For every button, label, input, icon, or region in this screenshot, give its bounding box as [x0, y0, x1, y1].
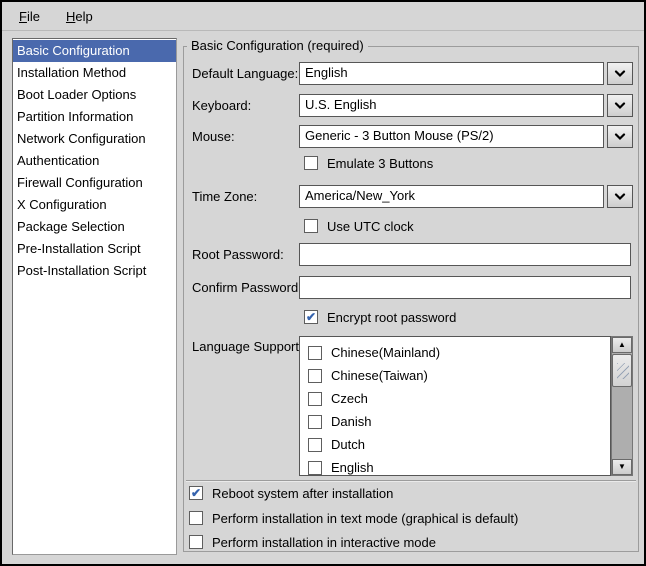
encrypt-root-password-label: Encrypt root password [327, 310, 456, 325]
checkbox-icon[interactable] [189, 511, 203, 525]
language-list-viewport: Chinese(Mainland) Chinese(Taiwan) Czech … [299, 336, 611, 476]
language-item-label: Danish [331, 414, 371, 429]
language-item-chinese-mainland[interactable]: Chinese(Mainland) [300, 341, 610, 364]
language-item-label: Chinese(Mainland) [331, 345, 440, 360]
text-mode-installation-label: Perform installation in text mode (graph… [212, 511, 518, 526]
sidebar-item-firewall-configuration[interactable]: Firewall Configuration [13, 172, 176, 194]
use-utc-clock-checkbox[interactable]: Use UTC clock [304, 218, 414, 234]
time-zone-label: Time Zone: [192, 189, 257, 204]
keyboard-select[interactable]: U.S. English [299, 94, 633, 117]
checkbox-icon[interactable] [308, 438, 322, 452]
chevron-down-icon [614, 102, 626, 110]
mouse-select[interactable]: Generic - 3 Button Mouse (PS/2) [299, 125, 633, 148]
sidebar-item-x-configuration[interactable]: X Configuration [13, 194, 176, 216]
chevron-down-icon [614, 193, 626, 201]
confirm-password-field[interactable] [299, 276, 631, 299]
language-item-label: Chinese(Taiwan) [331, 368, 428, 383]
emulate-3-buttons-label: Emulate 3 Buttons [327, 156, 433, 171]
sidebar-item-installation-method[interactable]: Installation Method [13, 62, 176, 84]
sidebar-item-network-configuration[interactable]: Network Configuration [13, 128, 176, 150]
mouse-dropdown-button[interactable] [607, 125, 633, 148]
category-list: Basic Configuration Installation Method … [12, 38, 177, 555]
checkbox-icon[interactable] [304, 219, 318, 233]
chevron-down-icon [614, 133, 626, 141]
language-item-chinese-taiwan[interactable]: Chinese(Taiwan) [300, 364, 610, 387]
confirm-password-label: Confirm Password: [192, 280, 302, 295]
arrow-down-icon: ▼ [618, 463, 626, 471]
checkbox-icon[interactable] [308, 346, 322, 360]
sidebar-item-pre-installation-script[interactable]: Pre-Installation Script [13, 238, 176, 260]
sidebar-item-basic-configuration[interactable]: Basic Configuration [13, 40, 176, 62]
language-item-english[interactable]: English [300, 456, 610, 476]
keyboard-value: U.S. English [299, 94, 604, 117]
use-utc-clock-label: Use UTC clock [327, 219, 414, 234]
language-item-label: Dutch [331, 437, 365, 452]
checkbox-icon[interactable] [308, 369, 322, 383]
language-support-label: Language Support: [192, 339, 303, 354]
horizontal-separator [186, 480, 636, 482]
interactive-mode-installation-checkbox[interactable]: Perform installation in interactive mode [189, 534, 436, 550]
arrow-up-icon: ▲ [618, 341, 626, 349]
time-zone-select[interactable]: America/New_York [299, 185, 633, 208]
chevron-down-icon [614, 70, 626, 78]
language-item-label: Czech [331, 391, 368, 406]
basic-configuration-panel: Basic Configuration (required) Default L… [183, 46, 639, 552]
default-language-select[interactable]: English [299, 62, 633, 85]
default-language-value: English [299, 62, 604, 85]
checkbox-icon[interactable] [189, 535, 203, 549]
encrypt-root-password-checkbox[interactable]: ✔ Encrypt root password [304, 309, 456, 325]
checkbox-icon[interactable]: ✔ [189, 486, 203, 500]
checkbox-icon[interactable]: ✔ [304, 310, 318, 324]
keyboard-label: Keyboard: [192, 98, 251, 113]
vertical-scrollbar[interactable]: ▲ ▼ [611, 336, 633, 476]
language-item-label: English [331, 460, 374, 475]
checkbox-icon[interactable] [308, 392, 322, 406]
sidebar-item-authentication[interactable]: Authentication [13, 150, 176, 172]
language-item-czech[interactable]: Czech [300, 387, 610, 410]
text-mode-installation-checkbox[interactable]: Perform installation in text mode (graph… [189, 510, 518, 526]
root-password-field[interactable] [299, 243, 631, 266]
menu-bar: File Help [2, 2, 644, 31]
menu-help[interactable]: Help [58, 6, 101, 27]
default-language-dropdown-button[interactable] [607, 62, 633, 85]
keyboard-dropdown-button[interactable] [607, 94, 633, 117]
time-zone-dropdown-button[interactable] [607, 185, 633, 208]
panel-title: Basic Configuration (required) [187, 38, 368, 54]
mouse-label: Mouse: [192, 129, 235, 144]
sidebar-item-package-selection[interactable]: Package Selection [13, 216, 176, 238]
language-item-danish[interactable]: Danish [300, 410, 610, 433]
checkbox-icon[interactable] [304, 156, 318, 170]
emulate-3-buttons-checkbox[interactable]: Emulate 3 Buttons [304, 155, 433, 171]
language-support-list: Chinese(Mainland) Chinese(Taiwan) Czech … [299, 336, 633, 476]
time-zone-value: America/New_York [299, 185, 604, 208]
checkbox-icon[interactable] [308, 415, 322, 429]
language-item-dutch[interactable]: Dutch [300, 433, 610, 456]
sidebar-item-partition-information[interactable]: Partition Information [13, 106, 176, 128]
scrollbar-thumb[interactable] [612, 354, 632, 387]
sidebar-item-post-installation-script[interactable]: Post-Installation Script [13, 260, 176, 282]
scroll-up-button[interactable]: ▲ [612, 337, 632, 353]
sidebar-item-boot-loader-options[interactable]: Boot Loader Options [13, 84, 176, 106]
scroll-down-button[interactable]: ▼ [612, 459, 632, 475]
reboot-after-installation-label: Reboot system after installation [212, 486, 393, 501]
mouse-value: Generic - 3 Button Mouse (PS/2) [299, 125, 604, 148]
menu-file[interactable]: File [11, 6, 48, 27]
reboot-after-installation-checkbox[interactable]: ✔ Reboot system after installation [189, 485, 393, 501]
kickstart-configurator-window: File Help Basic Configuration Installati… [0, 0, 646, 566]
root-password-label: Root Password: [192, 247, 284, 262]
interactive-mode-installation-label: Perform installation in interactive mode [212, 535, 436, 550]
checkbox-icon[interactable] [308, 461, 322, 475]
default-language-label: Default Language: [192, 66, 298, 81]
